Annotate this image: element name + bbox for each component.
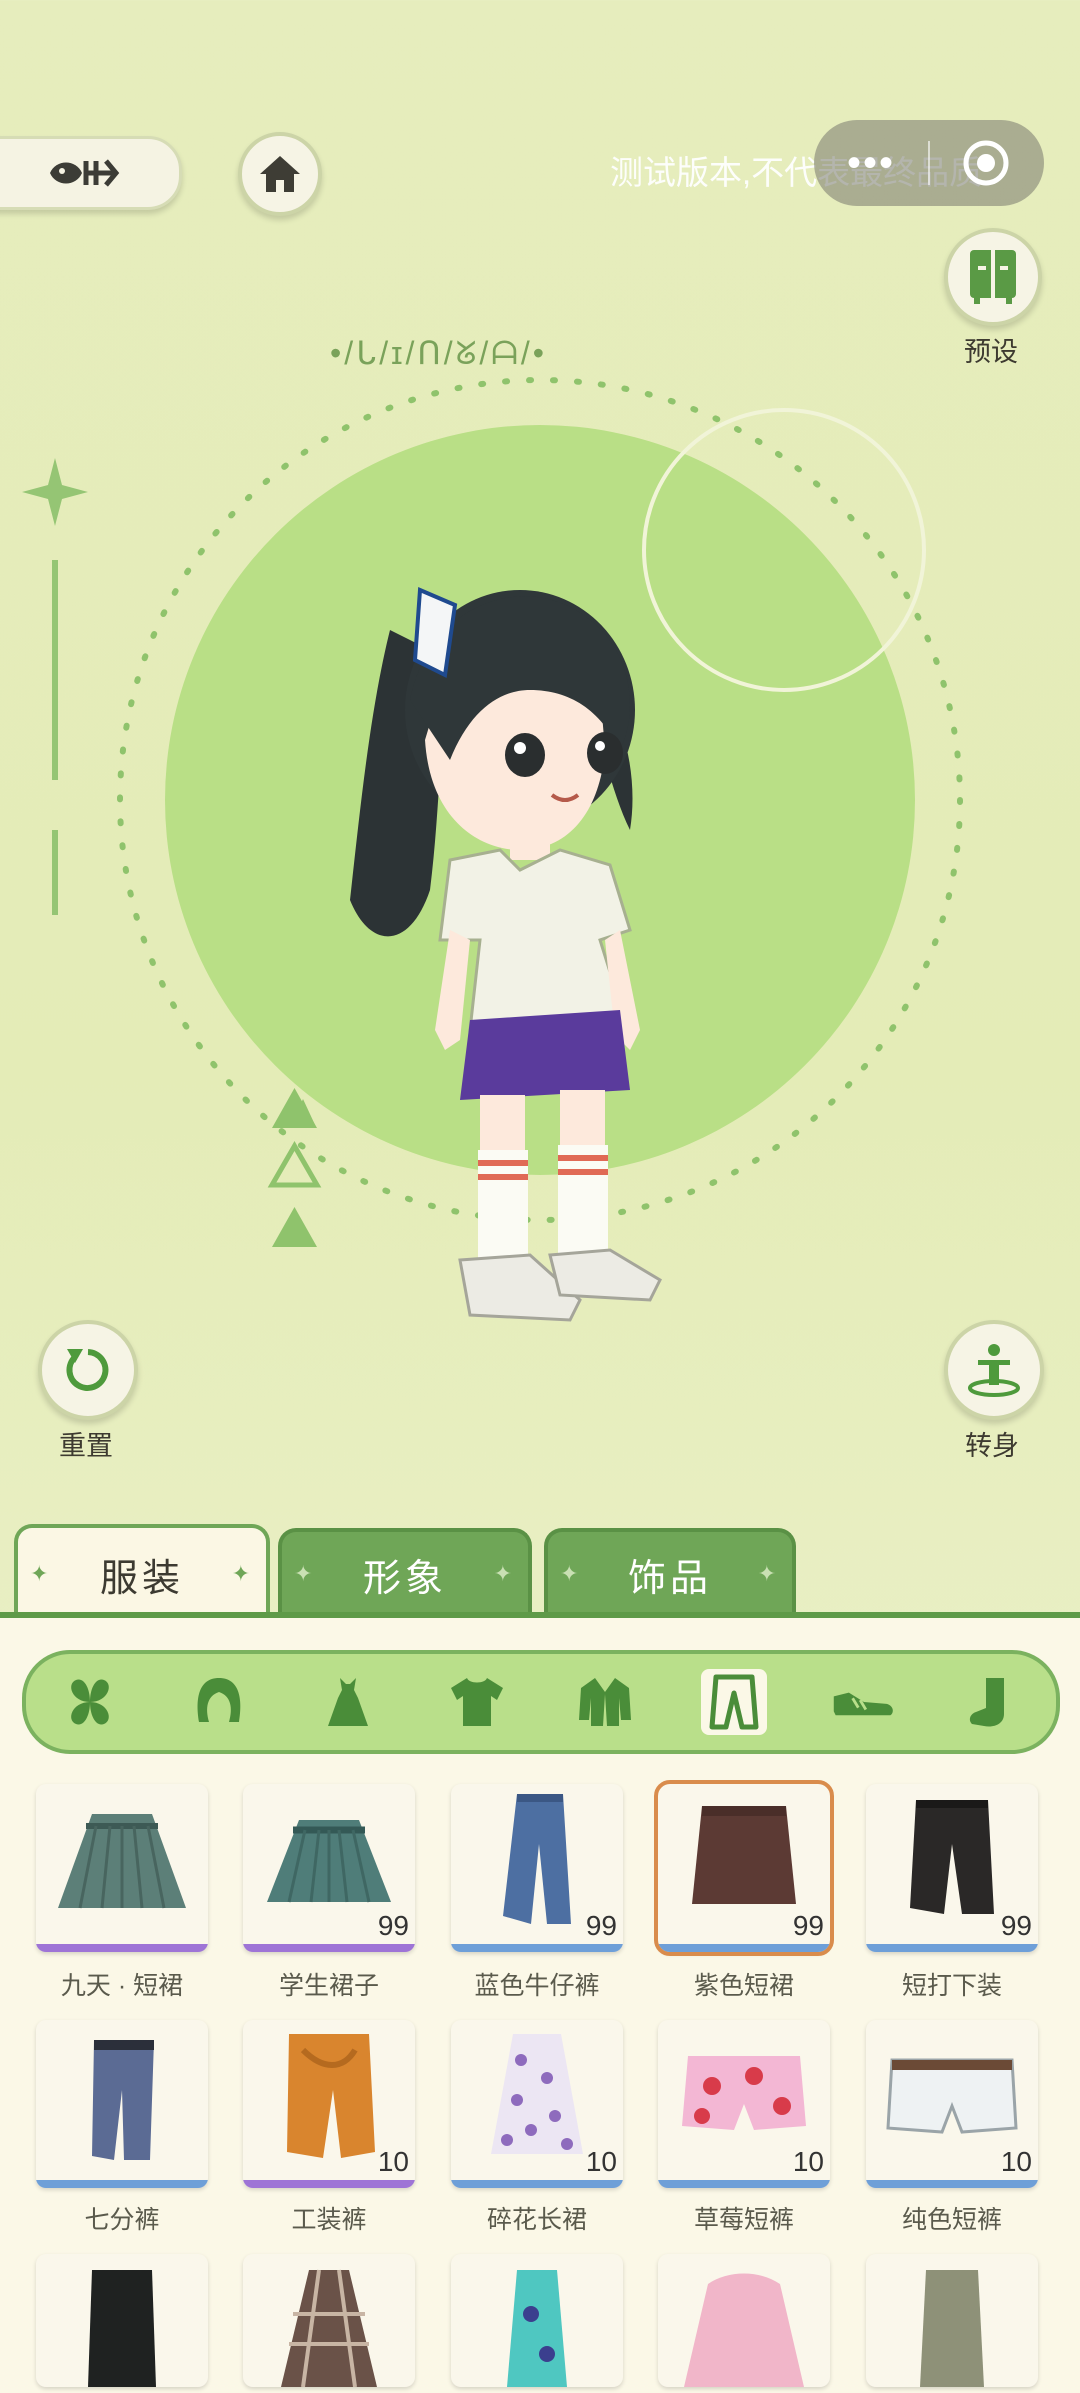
hair-icon xyxy=(197,1678,241,1722)
black-pants-icon xyxy=(88,2270,156,2387)
item-card[interactable] xyxy=(243,2254,415,2387)
rotate-body-icon xyxy=(968,1344,1020,1397)
item-label: 纯色短裤 xyxy=(901,2206,1002,2234)
item-card[interactable]: 99 xyxy=(451,1784,623,1952)
item-card[interactable]: 10 xyxy=(866,2020,1038,2188)
rarity-bar xyxy=(658,1944,830,1952)
category-hair[interactable] xyxy=(186,1669,252,1735)
item-label: 九天 · 短裙 xyxy=(60,1972,184,2000)
decor-rune-text: •/ᒐ/ɪ/ᑎ/ᘜ/ᗩ/• xyxy=(330,335,547,371)
wardrobe-icon xyxy=(970,250,1016,304)
pleated-skirt-icon xyxy=(58,1814,186,1909)
item-label: 短打下装 xyxy=(901,1972,1002,2000)
rarity-bar xyxy=(658,2180,830,2188)
rarity-bar xyxy=(866,2180,1038,2188)
pants-icon xyxy=(709,1674,759,1730)
more-menu-button[interactable]: ••• xyxy=(814,120,928,206)
tab-accessories[interactable]: ✦ 饰品 ✦ xyxy=(544,1528,796,1616)
item-card[interactable]: 10 xyxy=(243,2020,415,2188)
close-miniprogram-button[interactable] xyxy=(930,138,1042,188)
miniprogram-capsule: ••• xyxy=(814,120,1044,206)
rarity-bar xyxy=(36,2180,208,2188)
plaid-skirt-icon xyxy=(281,2269,377,2387)
item-card[interactable]: 99 xyxy=(243,1784,415,1952)
item-card-selected[interactable]: 99 xyxy=(654,1780,834,1956)
capri-pants-icon xyxy=(92,2040,154,2160)
tab-appearance[interactable]: ✦ 形象 ✦ xyxy=(278,1528,532,1616)
target-icon xyxy=(963,140,1009,186)
category-bar xyxy=(22,1650,1060,1754)
sock-icon xyxy=(969,1678,1004,1727)
item-card[interactable]: 99 xyxy=(866,1784,1038,1952)
item-card[interactable] xyxy=(36,2020,208,2188)
fish-logo-icon xyxy=(50,159,120,187)
item-count: 10 xyxy=(377,2146,409,2177)
rarity-bar xyxy=(866,1944,1038,1952)
reset-label: 重置 xyxy=(59,1431,113,1461)
category-outerwear[interactable] xyxy=(572,1669,638,1735)
preset-button[interactable] xyxy=(944,228,1042,326)
clover-icon xyxy=(71,1679,110,1725)
tab-accessories-label: 饰品 xyxy=(627,1557,712,1600)
item-card[interactable] xyxy=(451,2254,623,2387)
item-card[interactable]: 10 xyxy=(451,2020,623,2188)
character-avatar[interactable] xyxy=(330,510,730,1330)
item-count: 99 xyxy=(792,1910,824,1941)
category-bottoms[interactable] xyxy=(701,1669,768,1735)
item-count: 10 xyxy=(792,2146,824,2177)
category-all[interactable] xyxy=(57,1669,123,1735)
item-card[interactable] xyxy=(866,2254,1038,2387)
item-count: 99 xyxy=(377,1910,409,1941)
category-dress[interactable] xyxy=(315,1669,381,1735)
tab-star-right-icon: ✦ xyxy=(493,1561,516,1586)
item-count: 99 xyxy=(1000,1910,1032,1941)
item-card[interactable] xyxy=(658,2254,830,2387)
item-label: 碎花长裙 xyxy=(486,2206,587,2234)
home-icon xyxy=(260,156,300,192)
turn-label: 转身 xyxy=(965,1431,1019,1461)
tab-star-right-icon: ✦ xyxy=(231,1561,254,1586)
jacket-icon xyxy=(579,1678,632,1726)
category-socks[interactable] xyxy=(959,1669,1025,1735)
home-button[interactable] xyxy=(238,132,322,216)
item-label: 七分裤 xyxy=(84,2206,160,2234)
teal-pattern-skirt-icon xyxy=(507,2270,567,2387)
item-count: 10 xyxy=(1000,2146,1032,2177)
item-count: 99 xyxy=(585,1910,617,1941)
tab-star-left-icon: ✦ xyxy=(560,1561,583,1586)
item-card[interactable] xyxy=(36,2254,208,2387)
tab-clothing[interactable]: ✦ 服装 ✦ xyxy=(14,1524,270,1620)
turn-button[interactable] xyxy=(944,1320,1044,1420)
tab-clothing-label: 服装 xyxy=(99,1557,184,1600)
shirt-icon xyxy=(450,1678,503,1726)
tab-star-left-icon: ✦ xyxy=(30,1561,53,1586)
rarity-bar xyxy=(36,1944,208,1952)
rarity-bar xyxy=(243,2180,415,2188)
item-label: 学生裙子 xyxy=(278,1972,379,2000)
rarity-bar xyxy=(243,1944,415,1952)
refresh-icon xyxy=(66,1349,109,1391)
game-logo-button[interactable] xyxy=(0,136,182,210)
item-label: 蓝色牛仔裤 xyxy=(474,1972,600,2000)
khaki-pants-icon xyxy=(920,2270,984,2387)
category-shoes[interactable] xyxy=(830,1669,896,1735)
tab-star-right-icon: ✦ xyxy=(757,1561,780,1586)
reset-button[interactable] xyxy=(38,1320,138,1420)
preset-label: 预设 xyxy=(964,337,1018,367)
tab-appearance-label: 形象 xyxy=(362,1557,447,1600)
pink-skirt-icon xyxy=(684,2273,804,2387)
item-label: 紫色短裙 xyxy=(693,1972,794,2000)
item-label: 草莓短裤 xyxy=(693,2206,794,2234)
rarity-bar xyxy=(451,1944,623,1952)
item-count: 10 xyxy=(585,2146,617,2177)
item-card[interactable] xyxy=(36,1784,208,1952)
shoe-icon xyxy=(833,1692,893,1716)
item-label: 工装裤 xyxy=(291,2206,367,2234)
tab-star-left-icon: ✦ xyxy=(294,1561,317,1586)
dress-icon xyxy=(327,1678,368,1726)
item-card[interactable]: 10 xyxy=(658,2020,830,2188)
category-top[interactable] xyxy=(444,1669,510,1735)
rarity-bar xyxy=(451,2180,623,2188)
